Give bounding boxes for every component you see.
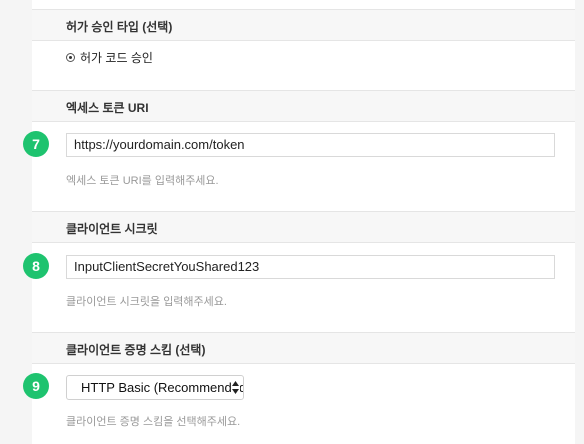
radio-selected-icon[interactable] (66, 52, 75, 62)
step-badge-7: 7 (23, 131, 49, 157)
token-uri-title: 엑세스 토큰 URI (66, 101, 149, 115)
auth-scheme-selected: HTTP Basic (Recommended) (81, 380, 244, 395)
oauth-settings-page: 허가 승인 타입 (선택) 허가 코드 승인 엑세스 토큰 URI 7 http… (0, 0, 584, 444)
updown-arrows-icon[interactable] (231, 379, 240, 396)
step-badge-9: 9 (23, 373, 49, 399)
auth-scheme-helper: 클라이언트 증명 스킴을 선택해주세요. (66, 416, 241, 428)
right-edge (575, 0, 584, 444)
token-uri-input[interactable]: https://yourdomain.com/token (66, 133, 555, 157)
token-uri-header: 엑세스 토큰 URI (32, 90, 575, 122)
grant-type-title: 허가 승인 타입 (선택) (66, 20, 173, 34)
step-badge-8: 8 (23, 253, 49, 279)
auth-scheme-header: 클라이언트 증명 스킴 (선택) (32, 332, 575, 364)
client-secret-input[interactable]: InputClientSecretYouShared123 (66, 255, 555, 279)
auth-scheme-select[interactable]: HTTP Basic (Recommended) (66, 375, 244, 400)
client-secret-header: 클라이언트 시크릿 (32, 211, 575, 243)
auth-scheme-title: 클라이언트 증명 스킴 (선택) (66, 343, 206, 357)
grant-type-option[interactable]: 허가 코드 승인 (66, 49, 153, 65)
grant-type-header: 허가 승인 타입 (선택) (32, 9, 575, 41)
token-uri-helper: 엑세스 토큰 URI를 입력해주세요. (66, 175, 219, 187)
grant-type-option-label: 허가 코드 승인 (80, 50, 153, 65)
client-secret-title: 클라이언트 시크릿 (66, 222, 158, 236)
client-secret-helper: 클라이언트 시크릿을 입력해주세요. (66, 296, 227, 308)
